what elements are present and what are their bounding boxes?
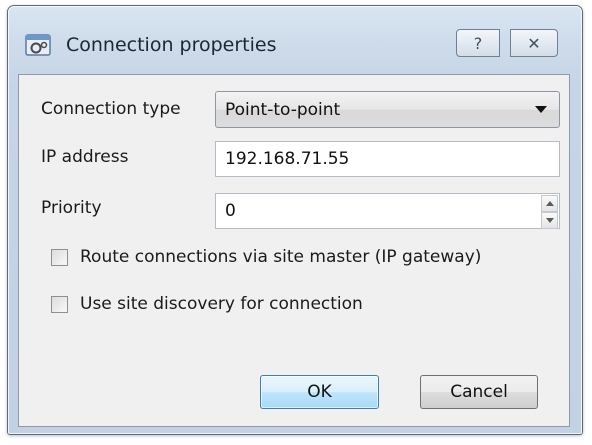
connection-type-select[interactable]: Point-to-point — [215, 91, 560, 128]
route-via-site-master-checkbox[interactable] — [51, 248, 68, 266]
ip-address-input[interactable]: 192.168.71.55 — [215, 141, 560, 177]
ok-button[interactable]: OK — [260, 375, 379, 409]
priority-input[interactable]: 0 — [215, 193, 560, 229]
priority-spinner[interactable] — [541, 195, 558, 229]
spin-down-button[interactable] — [541, 212, 558, 229]
dialog-content: Connection type Point-to-point IP addres… — [18, 74, 570, 427]
ip-address-label: IP address — [41, 147, 129, 167]
priority-value: 0 — [225, 201, 236, 221]
arrow-down-icon — [545, 218, 554, 223]
close-icon: ✕ — [527, 33, 541, 53]
close-button[interactable]: ✕ — [510, 29, 558, 57]
ip-address-value: 192.168.71.55 — [225, 149, 350, 169]
use-site-discovery-label: Use site discovery for connection — [80, 294, 363, 314]
use-site-discovery-option[interactable]: Use site discovery for connection — [51, 294, 363, 314]
title-bar[interactable]: Connection properties ? ✕ — [8, 6, 582, 76]
route-via-site-master-option[interactable]: Route connections via site master (IP ga… — [51, 247, 481, 267]
use-site-discovery-checkbox[interactable] — [51, 295, 68, 313]
priority-label: Priority — [41, 198, 102, 218]
question-mark-icon: ? — [473, 33, 483, 53]
dialog-window: Connection properties ? ✕ Connection typ… — [7, 5, 583, 435]
dialog-title: Connection properties — [66, 34, 277, 56]
connection-type-value: Point-to-point — [225, 99, 341, 120]
connection-type-label: Connection type — [41, 99, 181, 119]
chevron-down-icon — [535, 106, 547, 113]
cancel-button[interactable]: Cancel — [420, 375, 538, 409]
connection-app-icon — [25, 33, 52, 58]
route-via-site-master-label: Route connections via site master (IP ga… — [80, 247, 482, 267]
help-button[interactable]: ? — [456, 29, 500, 57]
spin-up-button[interactable] — [541, 195, 558, 212]
arrow-up-icon — [545, 201, 554, 206]
